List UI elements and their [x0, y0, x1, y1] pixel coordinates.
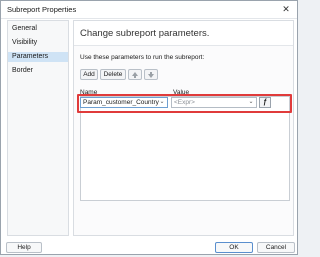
fx-icon: ƒ — [263, 99, 267, 106]
nav-item-general[interactable]: General — [8, 24, 68, 34]
nav-item-border[interactable]: Border — [8, 66, 68, 76]
param-name-dropdown[interactable]: Param_customer_Country ⌄ — [80, 97, 168, 108]
param-name-value: Param_customer_Country — [83, 99, 159, 106]
chevron-down-icon: ⌄ — [159, 99, 165, 105]
param-value-placeholder: <Expr> — [174, 99, 195, 106]
arrow-down-icon — [148, 71, 154, 78]
expression-button[interactable]: ƒ — [259, 97, 271, 108]
help-button[interactable]: Help — [6, 242, 42, 253]
nav-item-visibility[interactable]: Visibility — [8, 38, 68, 48]
panel-header: Change subreport parameters. — [74, 21, 293, 46]
parameters-panel: Change subreport parameters. Use these p… — [73, 20, 294, 236]
chevron-down-icon: ⌄ — [248, 99, 254, 105]
arrow-up-icon — [132, 71, 138, 78]
title-bar: Subreport Properties ✕ — [1, 1, 297, 19]
move-up-button[interactable] — [128, 69, 142, 80]
param-value-combobox[interactable]: <Expr> ⌄ — [171, 97, 257, 108]
move-down-button[interactable] — [144, 69, 158, 80]
nav-pane: General Visibility Parameters Border — [7, 20, 69, 236]
close-button[interactable]: ✕ — [279, 3, 293, 16]
subreport-properties-dialog: Subreport Properties ✕ General Visibilit… — [0, 0, 298, 255]
ok-button[interactable]: OK — [215, 242, 253, 253]
cancel-button[interactable]: Cancel — [257, 242, 295, 253]
panel-header-text: Change subreport parameters. — [80, 28, 210, 39]
nav-item-parameters[interactable]: Parameters — [8, 52, 68, 62]
add-button[interactable]: Add — [80, 69, 98, 80]
dialog-title: Subreport Properties — [7, 5, 77, 14]
delete-button[interactable]: Delete — [100, 69, 126, 80]
intro-text: Use these parameters to run the subrepor… — [80, 54, 205, 61]
